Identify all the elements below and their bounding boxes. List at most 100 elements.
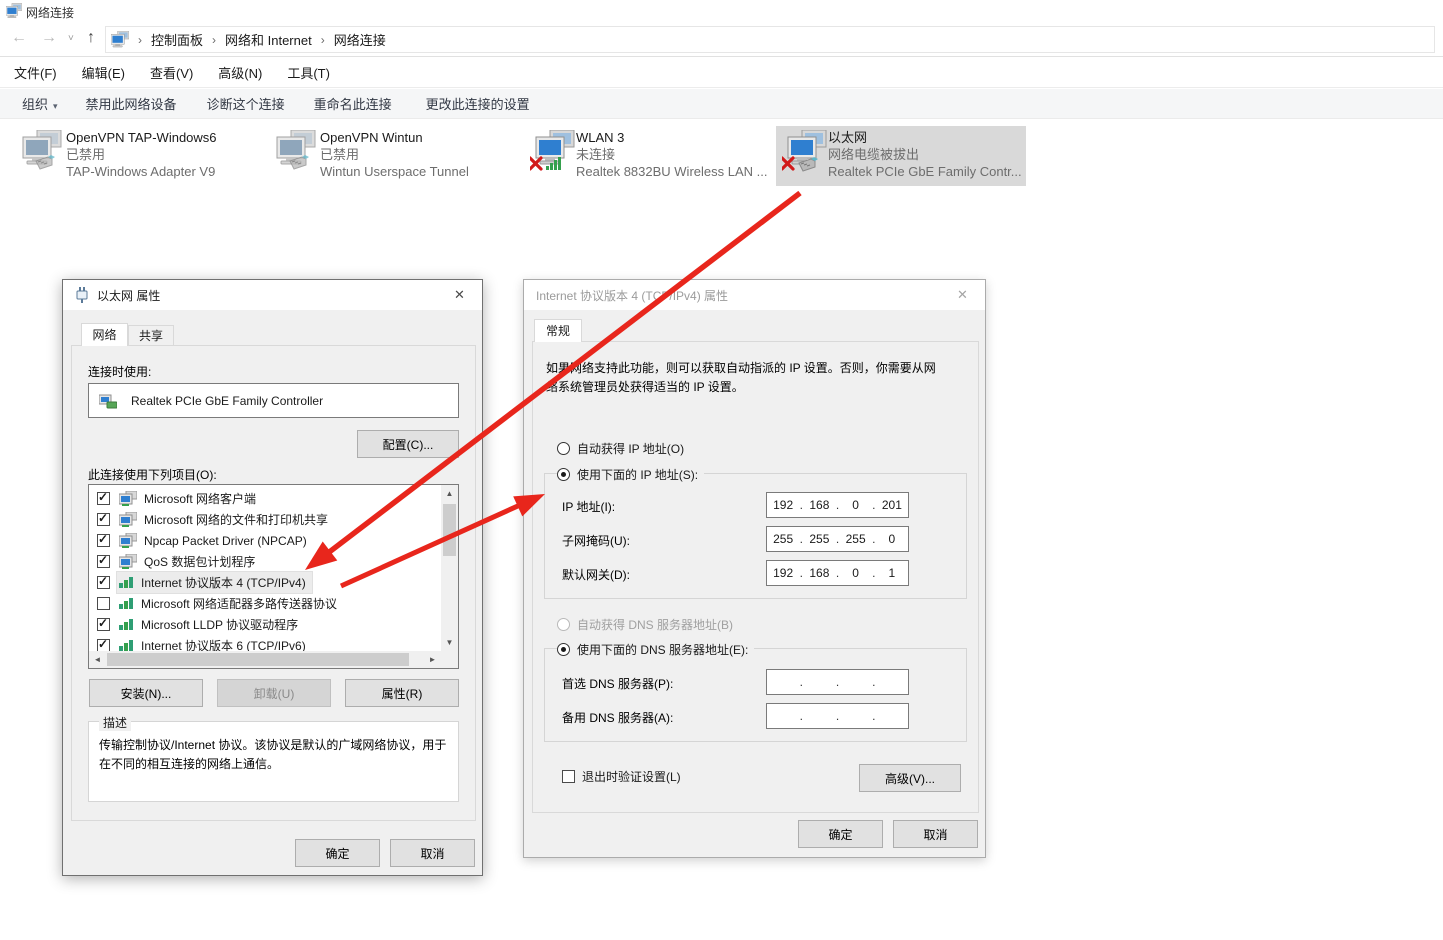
scrollbar-thumb[interactable] <box>443 504 456 556</box>
checkbox[interactable] <box>562 770 575 783</box>
subnet-mask-label: 子网掩码(U): <box>562 534 630 548</box>
list-item[interactable]: Microsoft 网络客户端 <box>89 488 441 509</box>
breadcrumb-chevron-icon: › <box>138 32 142 47</box>
radio-icon[interactable] <box>557 468 570 481</box>
navigation-bar: ← → ˅ ↑ › 控制面板 › 网络和 Internet › 网络连接 <box>0 22 1443 57</box>
radio-icon[interactable] <box>557 442 570 455</box>
ethernet-plug-icon <box>76 287 88 303</box>
list-item[interactable]: Microsoft 网络适配器多路传送器协议 <box>89 593 441 614</box>
radio-use-dns[interactable]: 使用下面的 DNS 服务器地址(E): <box>557 641 755 658</box>
ok-button[interactable]: 确定 <box>295 839 380 867</box>
checkbox[interactable] <box>97 637 110 651</box>
ip-address-label: IP 地址(I): <box>562 500 616 514</box>
configure-button[interactable]: 配置(C)... <box>357 430 459 458</box>
back-button[interactable]: ← <box>8 29 30 47</box>
breadcrumb-control-panel[interactable]: 控制面板 <box>151 30 203 49</box>
checkbox[interactable] <box>97 511 110 526</box>
scroll-down-icon[interactable]: ▼ <box>441 634 458 651</box>
protocol-icon <box>119 640 133 651</box>
radio-auto-ip[interactable]: 自动获得 IP 地址(O) <box>557 440 684 457</box>
forward-button[interactable]: → <box>38 29 60 47</box>
adapter-cable-unplugged-icon <box>776 126 828 186</box>
scroll-right-icon[interactable]: ► <box>424 651 441 668</box>
tab-general[interactable]: 常规 <box>534 319 582 342</box>
cancel-button[interactable]: 取消 <box>390 839 475 867</box>
intro-text: 如果网络支持此功能，则可以获取自动指派的 IP 设置。否则，你需要从网络系统管理… <box>546 361 936 394</box>
adapter-device: TAP-Windows Adapter V9 <box>66 164 216 179</box>
tab-network[interactable]: 网络 <box>81 323 128 346</box>
validate-settings-checkbox[interactable]: 退出时验证设置(L) <box>562 768 681 785</box>
command-bar: 组织 禁用此网络设备 诊断这个连接 重命名此连接 更改此连接的设置 <box>0 89 1443 119</box>
horizontal-scrollbar[interactable]: ◄ ► <box>89 651 441 668</box>
default-gateway-field[interactable]: 192. 168. 0. 1 <box>766 560 909 586</box>
menu-view[interactable]: 查看(V) <box>146 61 197 84</box>
ok-button[interactable]: 确定 <box>798 820 883 848</box>
protocol-icon <box>119 598 133 609</box>
list-item-ipv4[interactable]: Internet 协议版本 4 (TCP/IPv4) <box>89 571 441 594</box>
checkbox[interactable] <box>97 597 110 610</box>
scroll-up-icon[interactable]: ▲ <box>441 485 458 502</box>
list-item[interactable]: Microsoft 网络的文件和打印机共享 <box>89 509 441 530</box>
menu-file[interactable]: 文件(F) <box>10 61 61 84</box>
checkbox[interactable] <box>97 553 110 568</box>
recent-pages-chevron-icon[interactable]: ˅ <box>68 33 74 44</box>
checkbox[interactable] <box>97 574 110 589</box>
up-button[interactable]: ↑ <box>80 29 102 47</box>
radio-icon <box>557 618 570 631</box>
alternate-dns-label: 备用 DNS 服务器(A): <box>562 711 674 725</box>
checkbox[interactable] <box>97 532 110 547</box>
close-icon[interactable]: ✕ <box>437 280 482 309</box>
advanced-button[interactable]: 高级(V)... <box>859 764 961 792</box>
dialog-title: Internet 协议版本 4 (TCP/IPv4) 属性 <box>536 288 729 303</box>
dialog-titlebar: Internet 协议版本 4 (TCP/IPv4) 属性 <box>524 280 985 310</box>
close-icon[interactable]: ✕ <box>940 280 985 309</box>
list-item[interactable]: Internet 协议版本 6 (TCP/IPv6) <box>89 635 441 651</box>
adapter-status: 网络电缆被拔出 <box>828 147 920 162</box>
connect-using-label: 连接时使用: <box>88 365 152 379</box>
default-gateway-label: 默认网关(D): <box>562 568 630 582</box>
network-adapter-icon <box>99 394 117 408</box>
scrollbar-corner <box>441 651 458 668</box>
ipv4-properties-dialog: Internet 协议版本 4 (TCP/IPv4) 属性 ✕ 常规 如果网络支… <box>523 279 986 858</box>
breadcrumb-network-internet[interactable]: 网络和 Internet <box>225 30 312 49</box>
adapter-wlan3[interactable]: WLAN 3 未连接 Realtek 8832BU Wireless LAN .… <box>524 126 774 186</box>
vertical-scrollbar[interactable]: ▲ ▼ <box>441 485 458 651</box>
checkbox[interactable] <box>97 490 110 505</box>
list-item[interactable]: Npcap Packet Driver (NPCAP) <box>89 530 441 551</box>
adapter-name: OpenVPN TAP-Windows6 <box>66 130 217 145</box>
tab-sharing[interactable]: 共享 <box>128 325 174 346</box>
address-bar[interactable]: › 控制面板 › 网络和 Internet › 网络连接 <box>105 26 1435 53</box>
menu-tools[interactable]: 工具(T) <box>283 61 334 84</box>
properties-button[interactable]: 属性(R) <box>345 679 459 707</box>
alternate-dns-field[interactable]: ... <box>766 703 909 729</box>
adapter-field-text: Realtek PCIe GbE Family Controller <box>131 393 324 408</box>
organize-dropdown[interactable]: 组织 <box>22 94 58 113</box>
cancel-button[interactable]: 取消 <box>893 820 978 848</box>
list-item[interactable]: Microsoft LLDP 协议驱动程序 <box>89 614 441 635</box>
scrollbar-thumb[interactable] <box>107 653 409 666</box>
adapter-openvpn-tap[interactable]: OpenVPN TAP-Windows6 已禁用 TAP-Windows Ada… <box>14 126 264 186</box>
subnet-mask-field[interactable]: 255. 255. 255. 0 <box>766 526 909 552</box>
install-button[interactable]: 安装(N)... <box>89 679 203 707</box>
radio-use-ip[interactable]: 使用下面的 IP 地址(S): <box>557 466 705 483</box>
rename-connection-button[interactable]: 重命名此连接 <box>314 94 392 113</box>
adapter-ethernet[interactable]: 以太网 网络电缆被拔出 Realtek PCIe GbE Family Cont… <box>776 126 1026 186</box>
list-item[interactable]: QoS 数据包计划程序 <box>89 551 441 572</box>
dialog-title: 以太网 属性 <box>97 288 161 303</box>
ip-address-field[interactable]: 192. 168. 0. 201 <box>766 492 909 518</box>
uninstall-button: 卸载(U) <box>217 679 331 707</box>
radio-icon[interactable] <box>557 643 570 656</box>
adapter-openvpn-wintun[interactable]: OpenVPN Wintun 已禁用 Wintun Userspace Tunn… <box>268 126 518 186</box>
diagnose-connection-button[interactable]: 诊断这个连接 <box>207 94 285 113</box>
menu-edit[interactable]: 编辑(E) <box>78 61 129 84</box>
scroll-left-icon[interactable]: ◄ <box>89 651 106 668</box>
adapter-wifi-disconnected-icon <box>524 126 576 186</box>
breadcrumb-network-connections[interactable]: 网络连接 <box>334 30 386 49</box>
disable-device-button[interactable]: 禁用此网络设备 <box>86 94 177 113</box>
change-settings-button[interactable]: 更改此连接的设置 <box>426 94 530 113</box>
checkbox[interactable] <box>97 616 110 631</box>
network-client-icon <box>119 491 137 506</box>
items-label: 此连接使用下列项目(O): <box>88 468 217 482</box>
preferred-dns-field[interactable]: ... <box>766 669 909 695</box>
menu-advanced[interactable]: 高级(N) <box>214 61 266 84</box>
